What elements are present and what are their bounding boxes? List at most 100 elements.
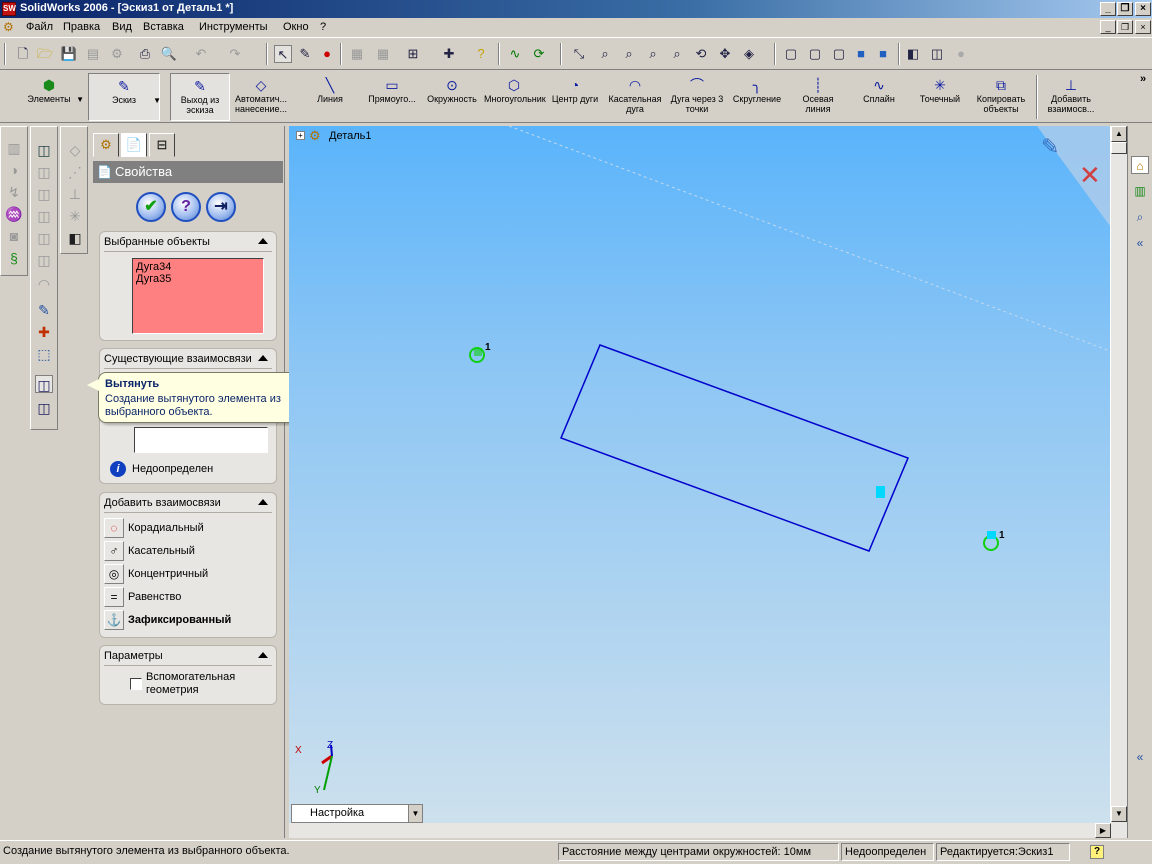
cut-extrude-icon[interactable]: ◫ <box>35 163 53 181</box>
mate-reference-icon[interactable]: ◧ <box>66 229 84 247</box>
menu-file[interactable]: Файл <box>26 21 53 33</box>
shaded-edges-icon[interactable]: ■ <box>852 45 870 63</box>
existing-relations-list[interactable] <box>134 427 268 453</box>
menu-insert[interactable]: Вставка <box>143 21 184 33</box>
library-icon[interactable]: ▥ <box>1131 182 1149 200</box>
tangent-arc-button[interactable]: ◠ Касательная дуга <box>606 73 664 121</box>
cut-loft-icon[interactable]: ◫ <box>35 229 53 247</box>
collapse-pane-icon[interactable]: « <box>1131 234 1149 252</box>
collapse-icon[interactable] <box>258 355 268 361</box>
coordinate-system-icon[interactable]: ⊥ <box>66 185 84 203</box>
help-status-icon[interactable]: ? <box>1090 845 1104 859</box>
list-item[interactable]: Дуга35 <box>136 273 260 285</box>
print-icon[interactable]: ⎙ <box>136 45 154 63</box>
configuration-dropdown[interactable]: Настройка ▼ <box>291 804 423 823</box>
menu-edit[interactable]: Правка <box>63 21 100 33</box>
shaded-icon[interactable]: ■ <box>874 45 892 63</box>
scroll-up-button[interactable]: ▲ <box>1111 126 1127 142</box>
polygon-button[interactable]: ⬡ Многоугольник <box>484 73 546 121</box>
relation-coradial[interactable]: ◌ Корадиальный <box>104 518 204 538</box>
undo-icon[interactable]: ↶ <box>192 45 210 63</box>
relation-equal[interactable]: = Равенство <box>104 587 181 607</box>
sketch-edit-icon[interactable]: ✎ <box>296 45 314 63</box>
extrude-boss-icon[interactable]: ▥ <box>5 139 23 157</box>
restore-button[interactable]: ❐ <box>1117 2 1133 16</box>
chevron-down-icon[interactable]: ▼ <box>408 805 422 822</box>
wireframe-icon[interactable]: ▢ <box>782 45 800 63</box>
line-button[interactable]: ╲ Линия <box>302 73 358 121</box>
add-sketch-icon[interactable]: ✚ <box>35 323 53 341</box>
zoom-area-icon[interactable]: ⌕ <box>620 45 638 63</box>
spline-tool-icon[interactable]: ∿ <box>506 45 524 63</box>
expand-pane-icon[interactable]: « <box>1131 748 1149 766</box>
pan-icon[interactable]: ✥ <box>716 45 734 63</box>
collapse-icon[interactable] <box>258 238 268 244</box>
relation-fixed[interactable]: ⚓ Зафиксированный <box>104 610 231 630</box>
feature-tree-tab[interactable]: ⚙ <box>93 133 119 157</box>
rectangle-button[interactable]: ▭ Прямоуго... <box>364 73 420 121</box>
hidden-removed-icon[interactable]: ▢ <box>830 45 848 63</box>
centerline-button[interactable]: ┊ Осевая линия <box>790 73 846 121</box>
tree-root-label[interactable]: Деталь1 <box>329 130 372 142</box>
collapse-icon[interactable] <box>258 652 268 658</box>
save-icon[interactable]: 💾 <box>60 45 78 63</box>
select-icon[interactable]: ↖ <box>274 45 292 63</box>
pin-button[interactable]: ⇥ <box>206 192 236 222</box>
cut-sweep-icon[interactable]: ◫ <box>35 207 53 225</box>
fillet-button[interactable]: ╮ Скругление <box>728 73 786 121</box>
shell-icon[interactable]: ◙ <box>5 227 23 245</box>
edit-sketch-icon[interactable]: ✎ <box>35 301 53 319</box>
ok-button[interactable]: ✔ <box>136 192 166 222</box>
new-icon[interactable]: 🗋 <box>14 45 32 63</box>
relation-tool-icon[interactable]: ⟳ <box>530 45 548 63</box>
collapse-icon[interactable] <box>258 499 268 505</box>
fillet-feature-icon[interactable]: ◠ <box>35 275 53 293</box>
axis-icon[interactable]: ⋰ <box>66 163 84 181</box>
features-button[interactable]: ⬢ Элементы ▼ <box>12 73 86 121</box>
add-relation-button[interactable]: ⊥ Добавить взаимосв... <box>1040 73 1102 121</box>
home-icon[interactable]: ⌂ <box>1131 156 1149 174</box>
revolve-icon[interactable]: ◑ <box>5 161 23 179</box>
graphics-area[interactable]: + ⚙ Деталь1 1 1 X Y Z ✎ ✕ <box>289 126 1110 823</box>
cut-revolve-icon[interactable]: ◫ <box>35 185 53 203</box>
move-icon[interactable]: ⬚ <box>35 345 53 363</box>
cancel-sketch-icon[interactable]: ✕ <box>1079 160 1101 191</box>
three-point-arc-button[interactable]: ⌒ Дуга через 3 точки <box>668 73 726 121</box>
doc-close-button[interactable]: × <box>1135 20 1151 34</box>
toolbar-overflow-button[interactable]: » <box>1140 73 1146 85</box>
spline-button[interactable]: ∿ Сплайн <box>852 73 906 121</box>
sketch-point-marker[interactable] <box>876 486 885 498</box>
menu-tools[interactable]: Инструменты <box>199 21 268 33</box>
configuration-tab[interactable]: ⊟ <box>149 133 175 157</box>
open-icon[interactable]: 🗁 <box>36 45 54 63</box>
measure-icon[interactable]: ✚ <box>440 45 458 63</box>
relation-concentric[interactable]: ◎ Концентричный <box>104 564 208 584</box>
assembly-icon[interactable]: ▤ <box>84 45 102 63</box>
menu-help[interactable]: ? <box>320 21 326 33</box>
split-handle[interactable] <box>1111 142 1127 154</box>
smart-dimension-button[interactable]: ◇ Автоматич... нанесение... <box>232 73 290 121</box>
rebuild-icon[interactable]: ● <box>318 45 336 63</box>
copy-entities-button[interactable]: ⧉ Копировать объекты <box>972 73 1030 121</box>
help-button[interactable]: ? <box>171 192 201 222</box>
point-button[interactable]: ✳ Точечный <box>912 73 968 121</box>
menu-window[interactable]: Окно <box>283 21 309 33</box>
options-icon[interactable]: ⚙ <box>108 45 126 63</box>
tree-expand-icon[interactable]: + <box>296 131 305 140</box>
centerpoint-arc-button[interactable]: ◔ Центр дуги <box>546 73 604 121</box>
menu-view[interactable]: Вид <box>112 21 132 33</box>
horizontal-scrollbar[interactable]: ▶ <box>289 823 1127 838</box>
loft-icon[interactable]: ♒ <box>5 205 23 223</box>
minimize-button[interactable]: _ <box>1100 2 1116 16</box>
exit-sketch-button[interactable]: ✎ Выход из эскиза <box>170 73 230 121</box>
previous-view-icon[interactable]: ⤡ <box>570 45 588 63</box>
selected-entities-list[interactable]: Дуга34 Дуга35 <box>132 258 264 334</box>
zoom-in-icon[interactable]: ⌕ <box>644 45 662 63</box>
doc-restore-button[interactable]: ❐ <box>1117 20 1133 34</box>
photo-icon[interactable]: ● <box>952 45 970 63</box>
section-view-icon[interactable]: ◧ <box>904 45 922 63</box>
doc-minimize-button[interactable]: _ <box>1100 20 1116 34</box>
sketch-canvas[interactable] <box>289 126 1110 823</box>
exit-sketch-corner-icon[interactable]: ✎ <box>1041 134 1059 160</box>
relation-tangent[interactable]: ♂ Касательный <box>104 541 195 561</box>
